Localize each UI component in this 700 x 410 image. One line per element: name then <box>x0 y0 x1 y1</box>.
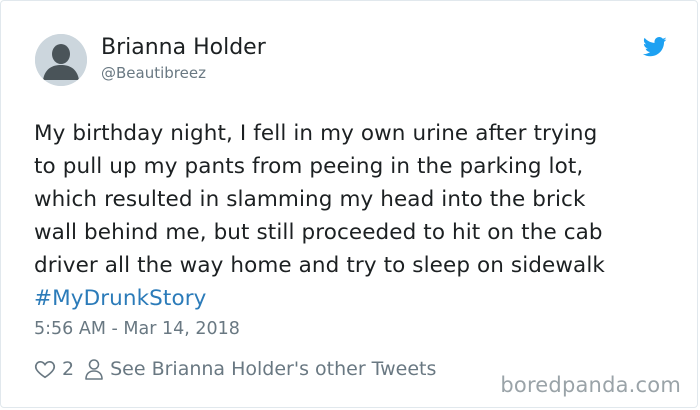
tweet-timestamp[interactable]: 5:56 AM - Mar 14, 2018 <box>34 319 240 339</box>
see-more-tweets-link[interactable]: See Brianna Holder's other Tweets <box>110 358 436 380</box>
author-handle[interactable]: @Beautibreez <box>101 62 266 84</box>
tweet-text-line: which resulted in slamming my head into … <box>34 187 586 212</box>
heart-icon[interactable] <box>34 358 56 380</box>
default-avatar-icon <box>35 34 87 86</box>
tweet-text-line: driver all the way home and try to sleep… <box>34 253 605 278</box>
author-name[interactable]: Brianna Holder <box>101 34 266 62</box>
hashtag-link[interactable]: #MyDrunkStory <box>34 282 674 315</box>
like-count[interactable]: 2 <box>62 358 74 380</box>
tweet-text-line: to pull up my pants from peeing in the p… <box>34 154 584 179</box>
tweet-text-line: wall behind me, but still proceeded to h… <box>34 220 603 245</box>
tweet-actions: 2 See Brianna Holder's other Tweets <box>34 355 436 383</box>
twitter-bird-icon[interactable] <box>643 37 667 57</box>
watermark: boredpanda.com <box>500 373 681 397</box>
person-icon[interactable] <box>84 358 104 380</box>
tweet-text: My birthday night, I fell in my own urin… <box>34 117 674 315</box>
tweet-text-line: My birthday night, I fell in my own urin… <box>34 121 598 146</box>
avatar[interactable] <box>35 34 87 86</box>
author-block[interactable]: Brianna Holder @Beautibreez <box>101 34 266 84</box>
tweet-card: Brianna Holder @Beautibreez My birthday … <box>0 0 698 408</box>
